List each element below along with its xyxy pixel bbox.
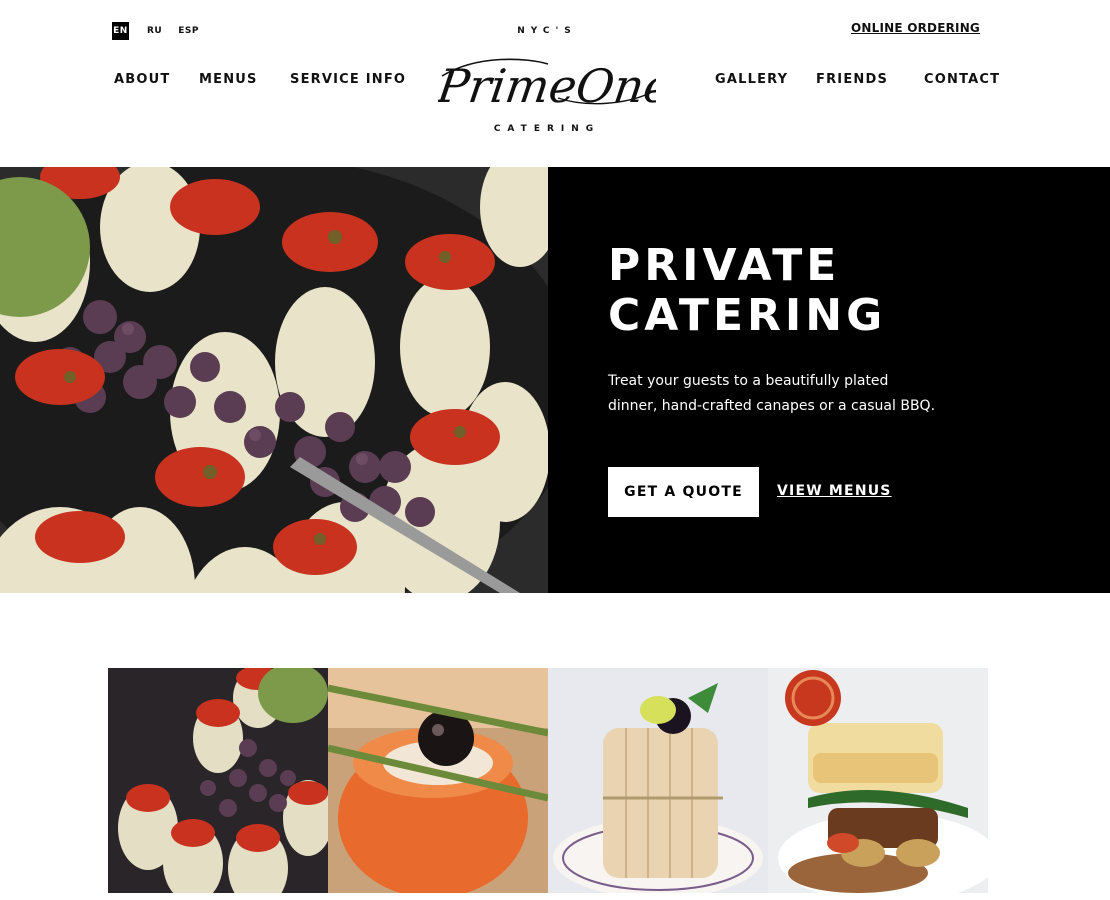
view-menus-link[interactable]: VIEW MENUS — [777, 483, 892, 499]
gallery-tile-fish-plate[interactable] — [768, 668, 988, 893]
language-switcher: EN RU ESP — [112, 22, 215, 40]
lang-esp[interactable]: ESP — [178, 22, 199, 40]
nav-about[interactable]: ABOUT — [114, 72, 170, 87]
gallery-tile-charlotte[interactable] — [548, 668, 768, 893]
online-ordering-link[interactable]: ONLINE ORDERING — [851, 21, 980, 35]
site-header: EN RU ESP ONLINE ORDERING ABOUT MENUS SE… — [0, 0, 1110, 167]
lang-en[interactable]: EN — [112, 22, 129, 40]
svg-text:PrimeOne: PrimeOne — [438, 59, 656, 113]
get-a-quote-button[interactable]: GET A QUOTE — [608, 467, 759, 517]
nav-friends[interactable]: FRIENDS — [816, 72, 888, 87]
nav-contact[interactable]: CONTACT — [924, 72, 1000, 87]
nav-menus[interactable]: MENUS — [199, 72, 258, 87]
lang-ru[interactable]: RU — [147, 22, 162, 40]
primeone-logo[interactable]: NYC'S PrimeOne CATERING — [438, 24, 656, 138]
hero-section: PRIVATE CATERING Treat your guests to a … — [0, 167, 1110, 593]
hero-panel: PRIVATE CATERING Treat your guests to a … — [548, 167, 1110, 593]
hero-title: PRIVATE CATERING — [608, 240, 887, 341]
gallery-tile-artichoke-canapes[interactable] — [108, 668, 328, 893]
nav-service-info[interactable]: SERVICE INFO — [290, 72, 406, 87]
logo-nyc-text: NYC'S — [517, 26, 577, 36]
nav-gallery[interactable]: GALLERY — [715, 72, 788, 87]
hero-subtitle: Treat your guests to a beautifully plate… — [608, 373, 936, 414]
hero-food-image — [0, 167, 548, 593]
gallery-tile-salmon[interactable] — [328, 668, 548, 893]
logo-catering-text: CATERING — [493, 124, 601, 134]
gallery-strip — [108, 668, 988, 893]
logo-script-mark: PrimeOne — [438, 58, 656, 113]
